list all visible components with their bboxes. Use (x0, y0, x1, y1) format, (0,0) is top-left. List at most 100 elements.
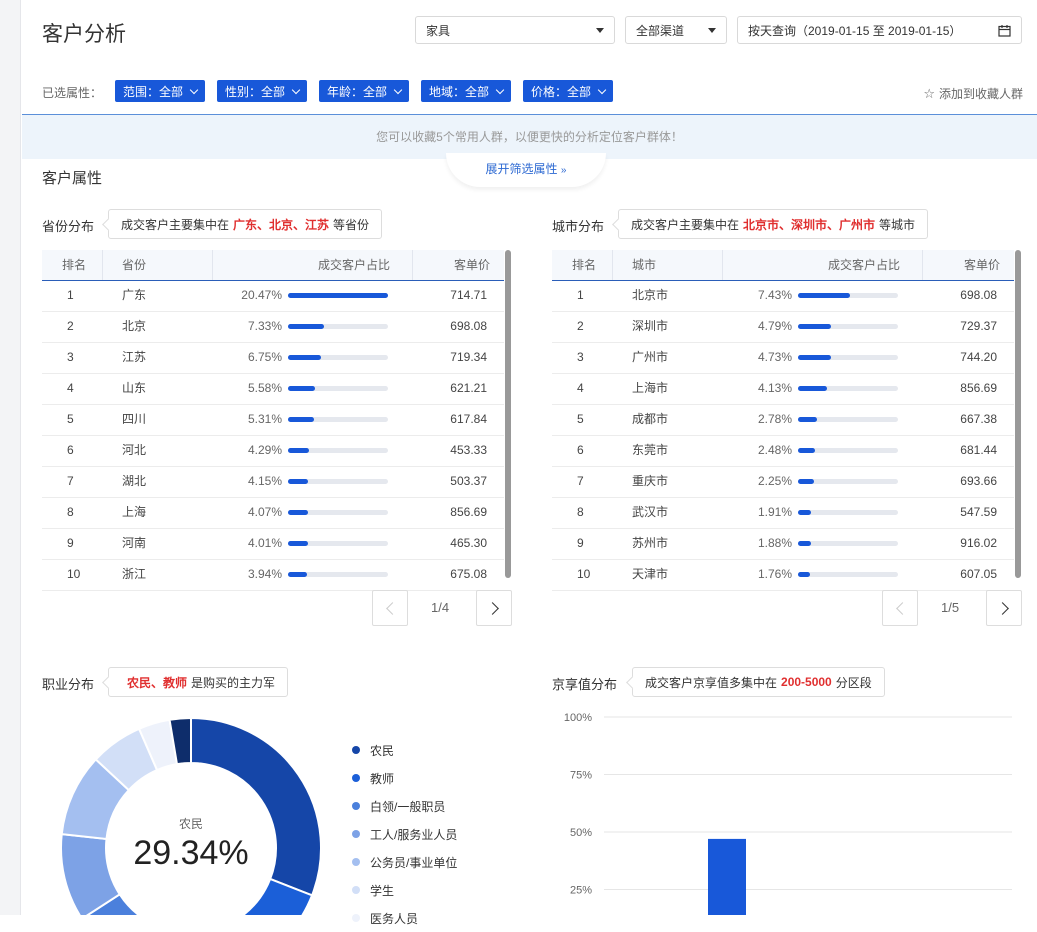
callout-highlight: 200-5000 (781, 675, 832, 689)
table-row: 10 浙江 3.94% 675.08 (42, 560, 504, 591)
legend-item[interactable]: 工人/服务业人员 (352, 820, 457, 848)
header-price: 客单价 (454, 258, 491, 272)
filter-chip-age[interactable]: 年龄：全部 (319, 80, 410, 102)
name-cell: 东莞市 (632, 443, 669, 457)
filter-chip-price[interactable]: 价格：全部 (523, 80, 614, 102)
name-cell: 北京市 (632, 288, 669, 302)
filter-chip-scope[interactable]: 范围：全部 (115, 80, 206, 102)
chevron-down-icon (189, 85, 199, 94)
price-cell: 698.08 (450, 319, 487, 333)
legend-item[interactable]: 公务员/事业单位 (352, 848, 457, 876)
legend-item[interactable]: 白领/一般职员 (352, 792, 457, 820)
table-row: 9 河南 4.01% 465.30 (42, 529, 504, 560)
city-callout: 成交客户主要集中在 北京市、深圳市、广州市 等城市 (618, 209, 929, 239)
rank-cell: 4 (67, 381, 74, 395)
city-page-indicator: 1/5 (941, 600, 960, 615)
name-cell: 湖北 (122, 474, 147, 488)
table-row: 4 上海市 4.13% 856.69 (552, 374, 1014, 405)
header-divider (412, 250, 413, 280)
province-callout: 成交客户主要集中在 广东、北京、江苏 等省份 (108, 209, 383, 239)
legend-dot (352, 858, 360, 866)
rank-cell: 9 (67, 536, 74, 550)
jingxiang-bar-chart: 100% 75% 50% 25% (564, 712, 1012, 915)
legend-label: 公务员/事业单位 (370, 855, 458, 870)
share-bar-fill (288, 572, 307, 577)
filter-chip-region[interactable]: 地域：全部 (421, 80, 512, 102)
rank-cell: 3 (67, 350, 74, 364)
price-cell: 621.21 (450, 381, 487, 395)
table-header: 排名 省份 成交客户占比 客单价 (42, 250, 504, 281)
chip-label: 年龄：全部 (327, 84, 388, 99)
share-bar (798, 417, 898, 422)
chevron-right-icon (995, 601, 1009, 615)
share-cell: 4.13% (757, 381, 792, 395)
city-prev-page-button[interactable] (882, 590, 918, 626)
price-cell: 453.33 (450, 443, 487, 457)
province-scrollbar[interactable] (505, 250, 511, 578)
share-bar (798, 510, 898, 515)
province-prev-page-button[interactable] (372, 590, 408, 626)
occupation-donut-chart: 农民 29.34% (60, 716, 322, 915)
date-range-picker[interactable]: 按天查询（2019-01-15 至 2019-01-15） (737, 16, 1022, 44)
price-cell: 693.66 (960, 474, 997, 488)
share-cell: 20.47% (241, 288, 282, 302)
filter-chip-gender[interactable]: 性别：全部 (217, 80, 308, 102)
legend-dot (352, 802, 360, 810)
province-next-page-button[interactable] (476, 590, 512, 626)
legend-dot (352, 914, 360, 922)
legend-item[interactable]: 医务人员 (352, 904, 457, 932)
table-row: 5 四川 5.31% 617.84 (42, 405, 504, 436)
city-next-page-button[interactable] (986, 590, 1022, 626)
share-bar (798, 355, 898, 360)
star-icon: ☆ (923, 85, 935, 101)
callout-highlight: 北京市、深圳市、广州市 (743, 217, 876, 232)
share-bar-fill (288, 386, 315, 391)
chevron-down-icon (291, 85, 301, 94)
city-scrollbar[interactable] (1015, 250, 1021, 578)
category-select[interactable]: 家具 (415, 16, 615, 44)
add-to-favorites-button[interactable]: ☆ 添加到收藏人群 (923, 85, 1023, 102)
header-name: 城市 (632, 258, 657, 272)
share-cell: 4.01% (247, 536, 282, 550)
price-cell: 856.69 (450, 505, 487, 519)
table-row: 3 广州市 4.73% 744.20 (552, 343, 1014, 374)
price-cell: 675.08 (450, 567, 487, 581)
legend-item[interactable]: 农民 (352, 736, 457, 764)
name-cell: 河南 (122, 536, 147, 550)
callout-highlight: 广东、北京、江苏 (233, 217, 330, 232)
share-cell: 5.31% (247, 412, 282, 426)
header-divider (102, 250, 103, 280)
jingxiang-title: 京享值分布 (552, 677, 618, 692)
share-cell: 7.43% (757, 288, 792, 302)
callout-highlight: 农民、教师 (127, 675, 188, 690)
legend-label: 工人/服务业人员 (370, 827, 458, 842)
donut-center-value: 29.34% (133, 834, 248, 872)
legend-item[interactable]: 教师 (352, 764, 457, 792)
chip-label: 地域：全部 (429, 84, 490, 99)
callout-suffix: 分区段 (835, 675, 872, 690)
share-bar (288, 417, 388, 422)
legend-item[interactable]: 学生 (352, 876, 457, 904)
share-bar-fill (798, 417, 817, 422)
share-bar-fill (288, 293, 388, 298)
chevron-left-icon (895, 601, 909, 615)
chip-label: 价格：全部 (531, 84, 592, 99)
rank-cell: 7 (67, 474, 74, 488)
share-cell: 2.78% (757, 412, 792, 426)
header-share: 成交客户占比 (828, 258, 901, 272)
channel-select[interactable]: 全部渠道 (625, 16, 727, 44)
bar[interactable] (708, 838, 746, 915)
date-range-value: 按天查询（2019-01-15 至 2019-01-15） (748, 23, 962, 38)
expand-filters-button[interactable]: 展开筛选属性 » (446, 153, 606, 187)
callout-suffix: 是购买的主力军 (191, 675, 276, 690)
legend-label: 白领/一般职员 (370, 799, 446, 814)
share-bar (288, 479, 388, 484)
price-cell: 503.37 (450, 474, 487, 488)
price-cell: 856.69 (960, 381, 997, 395)
section-title: 客户属性 (42, 170, 103, 187)
name-cell: 河北 (122, 443, 147, 457)
rank-cell: 9 (577, 536, 584, 550)
share-bar (288, 541, 388, 546)
name-cell: 江苏 (122, 350, 147, 364)
table-body: 1 北京市 7.43% 698.08 2 深圳市 4.79% 729.37 3 广州市 4.73% 7… (552, 281, 1014, 591)
